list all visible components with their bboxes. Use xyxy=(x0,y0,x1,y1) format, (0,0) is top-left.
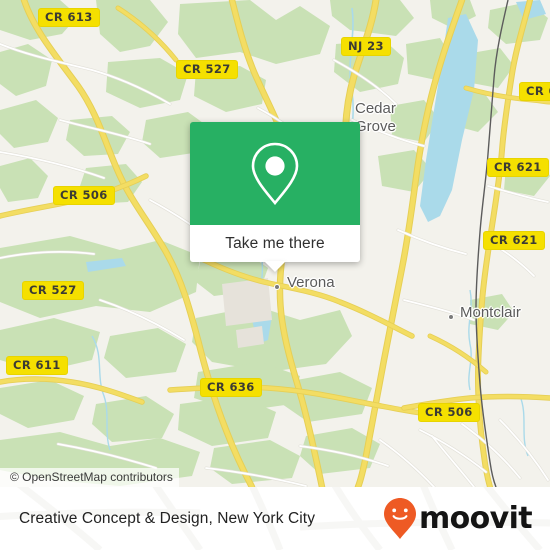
road-shield: CR 506 xyxy=(418,403,480,422)
map-canvas[interactable]: .frst { fill:#c9e1b5; } .watr { fill:#aa… xyxy=(0,0,550,487)
place-label-cedar-grove: Cedar Grove xyxy=(355,100,396,136)
road-shield: CR 611 xyxy=(6,356,68,375)
card-action-area[interactable]: Take me there xyxy=(190,225,360,272)
city-dot-verona xyxy=(274,284,280,290)
place-label-verona: Verona xyxy=(287,274,335,291)
road-shield: CR 621 xyxy=(487,158,549,177)
moovit-logo[interactable]: moovit xyxy=(382,497,533,541)
map-pin-icon xyxy=(251,142,299,205)
location-popup-card[interactable]: Take me there xyxy=(190,122,360,272)
city-dot-montclair xyxy=(448,314,454,320)
road-shield: NJ 23 xyxy=(341,37,391,56)
card-image-area xyxy=(190,122,360,225)
page-title: Creative Concept & Design, New York City xyxy=(19,509,316,527)
place-label-line: Cedar xyxy=(355,100,396,117)
card-pointer-tail xyxy=(264,261,286,272)
moovit-location-card-screenshot: .frst { fill:#c9e1b5; } .watr { fill:#aa… xyxy=(0,0,550,550)
footer-bar: Creative Concept & Design, New York City… xyxy=(0,487,550,550)
road-shield: CR 6 xyxy=(519,82,550,101)
road-shield: CR 506 xyxy=(53,186,115,205)
osm-attribution[interactable]: © OpenStreetMap contributors xyxy=(0,468,179,487)
road-shield: CR 527 xyxy=(22,281,84,300)
place-label-line: Grove xyxy=(355,118,396,135)
road-shield: CR 613 xyxy=(38,8,100,27)
take-me-there-label: Take me there xyxy=(225,234,325,252)
road-shield: CR 621 xyxy=(483,231,545,250)
moovit-pin-icon xyxy=(383,497,416,539)
moovit-wordmark: moovit xyxy=(418,500,533,536)
place-label-montclair: Montclair xyxy=(460,304,521,321)
road-shield: CR 636 xyxy=(200,378,262,397)
road-shield: CR 527 xyxy=(176,60,238,79)
